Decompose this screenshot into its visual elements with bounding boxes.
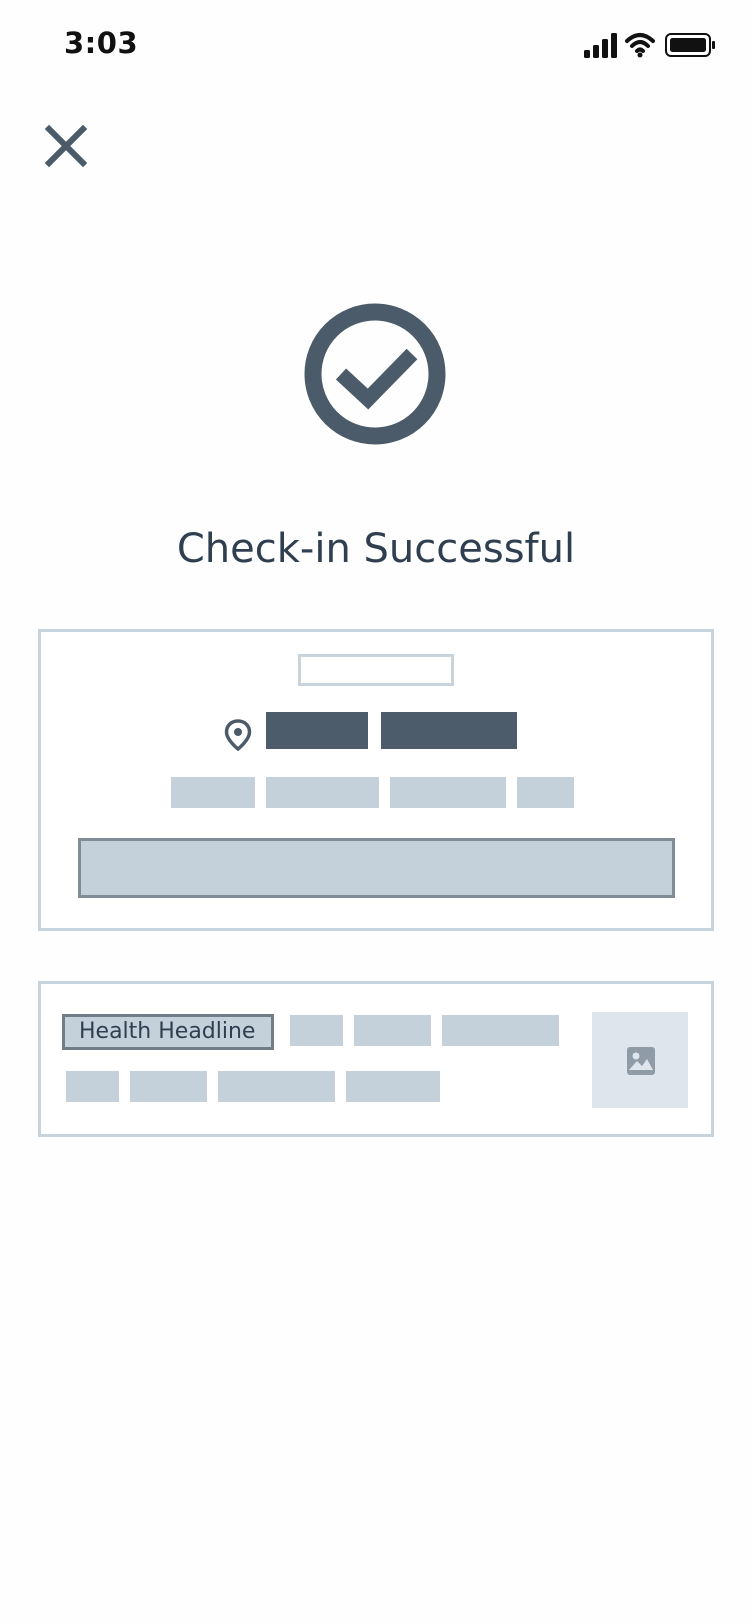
wifi-icon [625,33,655,53]
placeholder-light [171,777,255,808]
placeholder-light [66,1071,119,1102]
placeholder-light [266,777,379,808]
map-pin-icon [224,719,252,751]
battery-icon [665,33,715,57]
placeholder-light [130,1071,207,1102]
placeholder-light [290,1015,343,1046]
image-icon [627,1047,655,1075]
placeholder-light [354,1015,431,1046]
placeholder-light [346,1071,440,1102]
status-time: 3:03 [64,26,139,60]
status-icons [584,33,715,58]
action-button[interactable] [78,838,675,898]
page-title: Check-in Successful [176,526,576,572]
placeholder-light [442,1015,559,1046]
check-circle-icon [304,303,446,445]
health-headline: Health Headline [62,1014,274,1050]
placeholder-light [218,1071,335,1102]
cellular-signal-icon [584,33,617,58]
placeholder-dark [381,712,517,749]
close-icon[interactable] [40,120,92,172]
placeholder-outline [298,654,454,686]
placeholder-dark [266,712,368,749]
placeholder-light [517,777,574,808]
placeholder-light [390,777,506,808]
